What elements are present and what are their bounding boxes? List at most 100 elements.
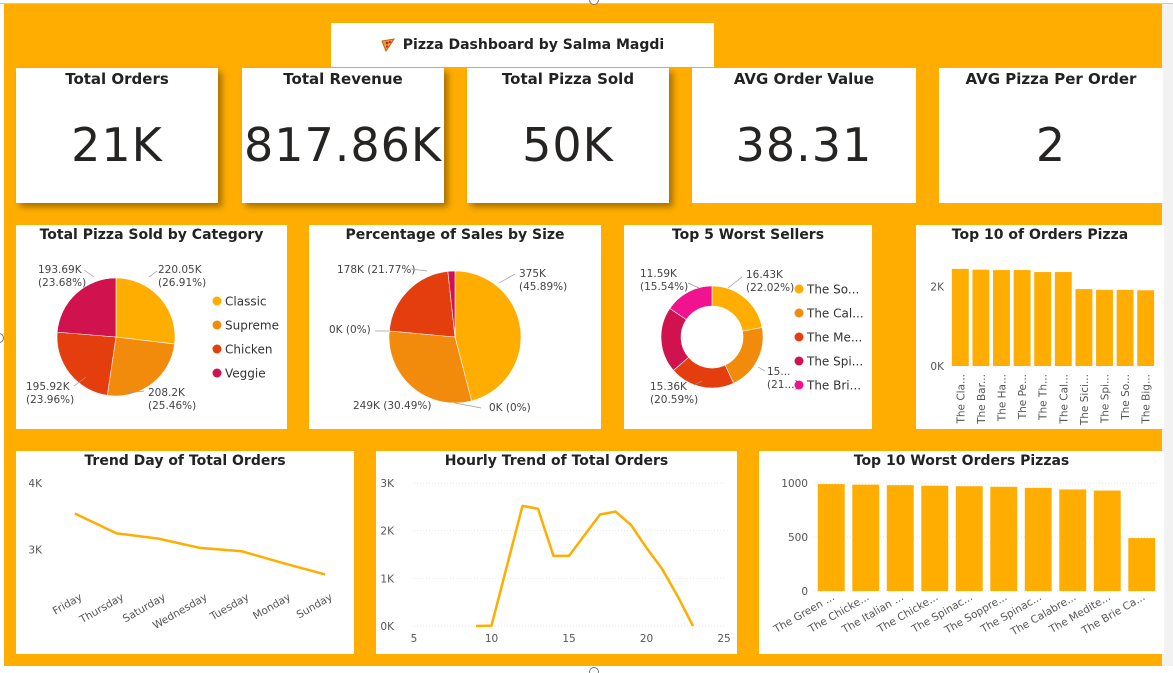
series-line: [475, 504, 695, 628]
bar: [1059, 489, 1087, 591]
x-tick-label: 25: [717, 633, 730, 645]
data-label: (26.91%): [158, 277, 206, 289]
legend-marker: [794, 380, 804, 390]
data-label: 15...: [767, 366, 790, 378]
bar: [1054, 272, 1072, 366]
y-tick-label: 0K: [380, 621, 395, 633]
kpi-card-total-orders[interactable]: Total Orders 21K: [16, 68, 218, 203]
legend-label: Chicken: [225, 343, 272, 357]
chart-card-top10-orders[interactable]: Top 10 of Orders Pizza 0K 2K The Cla... The…: [916, 225, 1164, 429]
bar: [990, 486, 1018, 591]
chart-card-worst-sellers[interactable]: Top 5 Worst Sellers 16.43K (22.02%) 15...(…: [624, 225, 872, 429]
series-line: [74, 512, 326, 576]
leader-line: [727, 276, 743, 289]
chart-card-worst-orders[interactable]: Top 10 Worst Orders Pizzas 0 500 1000 The G…: [759, 451, 1164, 654]
y-tick-label: 4K: [28, 478, 43, 490]
x-tick-label: Tuesday: [207, 591, 251, 623]
kpi-card-total-pizza-sold[interactable]: Total Pizza Sold 50K: [467, 68, 669, 203]
bar: [1013, 270, 1031, 366]
x-tick-label: Monday: [251, 591, 293, 622]
bar: [1096, 289, 1113, 366]
y-tick-label: 3K: [28, 544, 43, 556]
chart-card-category[interactable]: Total Pizza Sold by Category 220.05K (26.…: [16, 225, 287, 429]
x-tick-label: Sunday: [295, 591, 335, 621]
dashboard-title: Pizza Dashboard by Salma Magdi: [402, 37, 665, 53]
kpi-label: AVG Pizza Per Order: [965, 70, 1137, 88]
data-label: 178K (21.77%): [337, 264, 416, 276]
chart-card-size[interactable]: Percentage of Sales by Size 375K (45.89%)…: [309, 225, 601, 429]
trend-day-line-chart[interactable]: 3K4KFridayThursdaySaturdayWednesdayTuesd…: [16, 451, 354, 654]
bar: [1024, 487, 1052, 591]
kpi-label: Total Revenue: [283, 70, 403, 88]
data-label: (21...): [767, 379, 799, 391]
worst-sellers-donut-chart[interactable]: 16.43K(22.02%) 15...(21...) 15.36K(20.59%)…: [624, 225, 872, 429]
kpi-label: Total Orders: [65, 70, 169, 88]
data-label: (23.68%): [38, 277, 86, 289]
chart-card-hourly-trend[interactable]: Hourly Trend of Total Orders 0K 1K 2K 3K 5 10…: [376, 451, 737, 654]
pizza-icon: [381, 38, 395, 53]
kpi-value: 2: [1035, 118, 1067, 172]
x-tick-label: 20: [640, 633, 653, 645]
legend-marker: [794, 332, 804, 342]
legend-marker: [794, 284, 804, 294]
kpi-card-avg-pizza-per-order[interactable]: AVG Pizza Per Order 2: [939, 68, 1163, 203]
y-tick-label: 2K: [380, 526, 395, 538]
x-tick-label: 15: [562, 633, 575, 645]
data-label: 16.43K: [746, 269, 784, 281]
bar: [1075, 289, 1093, 366]
data-label: (25.46%): [148, 400, 196, 412]
x-tick-label: The So...: [1120, 374, 1132, 421]
kpi-label: AVG Order Value: [733, 70, 875, 88]
bar: [951, 268, 969, 366]
bar: [1116, 289, 1134, 366]
x-tick-label: The Bar...: [976, 374, 988, 425]
leader-line: [757, 366, 766, 372]
x-tick-label: The Cal...: [1058, 374, 1070, 425]
data-label: (20.59%): [650, 394, 698, 406]
x-tick-label: The Ha...: [997, 374, 1009, 422]
size-pie-chart[interactable]: 375K(45.89%) 249K (30.49%) 178K (21.77%) 0K…: [309, 225, 601, 429]
x-tick-label: The Th...: [1038, 374, 1050, 421]
y-tick-label: 0: [801, 586, 808, 598]
hourly-trend-line-chart[interactable]: 0K 1K 2K 3K 5 10 15 20 25: [376, 451, 737, 654]
data-label: 0K (0%): [329, 324, 371, 336]
leader-line: [498, 273, 516, 284]
resize-handle-bottom[interactable]: [589, 667, 599, 673]
legend-marker: [212, 344, 222, 354]
legend-marker: [212, 320, 222, 330]
chart-card-trend-day[interactable]: Trend Day of Total Orders 3K 4K Friday Thur…: [16, 451, 354, 654]
data-label: 208.2K: [148, 387, 186, 399]
pie-slice: [388, 271, 456, 338]
x-tick-label: Friday: [51, 591, 85, 617]
worst-orders-bar-chart[interactable]: 05001000The Green ...The Chicke...The It…: [759, 451, 1164, 654]
bar: [1128, 538, 1156, 591]
x-tick-label: 10: [485, 633, 498, 645]
x-tick-label: The Pe...: [1017, 374, 1029, 420]
legend-marker: [212, 368, 222, 378]
x-tick-label: The Big...: [1141, 374, 1153, 425]
dashboard-title-box: Pizza Dashboard by Salma Magdi: [331, 23, 714, 67]
data-label: 11.59K: [640, 268, 678, 280]
x-tick-label: The Sici...: [1079, 374, 1091, 426]
y-tick-label: 1K: [380, 573, 395, 585]
x-tick-label: 5: [411, 633, 418, 645]
top10-orders-bar-chart[interactable]: 0K 2K The Cla... The Bar... The Ha... The Pe.…: [916, 225, 1164, 429]
kpi-card-total-revenue[interactable]: Total Revenue 817.86K: [242, 68, 444, 203]
bar: [955, 486, 983, 591]
kpi-value: 38.31: [735, 118, 873, 172]
kpi-value: 50K: [522, 118, 614, 172]
kpi-card-avg-order-value[interactable]: AVG Order Value 38.31: [692, 68, 916, 203]
legend-marker: [794, 308, 804, 318]
y-tick-label: 2K: [930, 282, 945, 294]
data-label: 193.69K: [38, 264, 83, 276]
data-label: 220.05K: [158, 264, 203, 276]
leader-line: [687, 282, 700, 289]
bar: [1137, 290, 1155, 366]
category-pie-chart[interactable]: 220.05K(26.91%)208.2K(25.46%)195.92K(23.…: [16, 225, 287, 429]
pie-slice: [724, 327, 764, 384]
y-tick-label: 1000: [781, 478, 808, 490]
legend-label: The Spi...: [806, 355, 863, 369]
legend-marker: [794, 356, 804, 366]
legend-label: Supreme: [225, 319, 279, 333]
kpi-value: 21K: [71, 118, 163, 172]
